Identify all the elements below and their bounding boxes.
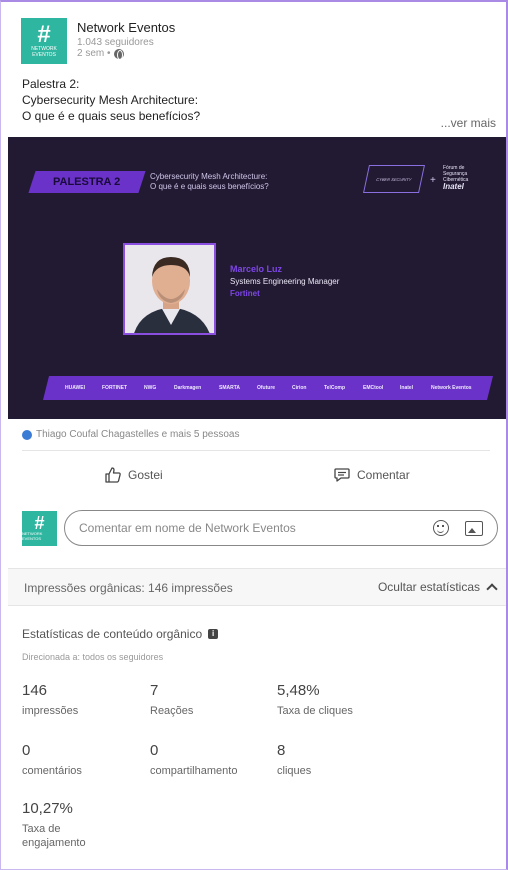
stat-value: 5,48%: [277, 682, 320, 699]
sponsor-logo: HUAWEI: [64, 385, 85, 391]
hide-stats-button[interactable]: Ocultar estatísticas: [377, 580, 498, 595]
page-name[interactable]: Network Eventos: [77, 20, 175, 35]
sponsors-strip: HUAWEI FORTINET NWG Darkmagen SMARTA Ofu…: [43, 376, 493, 400]
banner-plus: +: [430, 175, 436, 186]
forum-brand: Inatel: [443, 182, 464, 191]
post-text-line: Cybersecurity Mesh Architecture:: [22, 93, 199, 107]
stat-shares: 0 compartilhamento: [150, 742, 237, 778]
like-label: Gostei: [128, 468, 163, 482]
divider: [22, 450, 490, 451]
stat-value: 10,27%: [22, 800, 73, 817]
organic-stats-title: Estatísticas de conteúdo orgânico i: [22, 627, 219, 641]
post-image[interactable]: PALESTRA 2 Cybersecurity Mesh Architectu…: [8, 137, 506, 419]
banner-title-line: O que é e quais seus benefícios?: [150, 182, 269, 191]
comment-label: Comentar: [357, 468, 410, 482]
post-header: # NETWORK EVENTOS Network Eventos 1.043 …: [21, 18, 175, 64]
comment-input[interactable]: Comentar em nome de Network Eventos: [64, 510, 498, 546]
forum-logo: Fórum de Segurança Cibernética Inatel: [443, 165, 468, 191]
banner-title-line: Cybersecurity Mesh Architecture:: [150, 172, 268, 181]
banner-title: Cybersecurity Mesh Architecture: O que é…: [150, 172, 269, 192]
sponsor-logo: FORTINET: [102, 385, 128, 391]
post-time: 2 sem •: [77, 48, 175, 60]
logo-text: NETWORK EVENTOS: [22, 531, 43, 541]
stat-value: 0: [150, 742, 159, 759]
reactions-text: Thiago Coufal Chagastelles e mais 5 pess…: [36, 429, 240, 440]
comment-placeholder: Comentar em nome de Network Eventos: [79, 521, 296, 535]
stat-label: cliques: [277, 765, 312, 777]
emoji-icon[interactable]: [433, 520, 449, 536]
target-audience: Direcionada a: todos os seguidores: [22, 652, 164, 662]
stat-value: 146: [22, 682, 48, 699]
organic-impressions: Impressões orgânicas: 146 impressões: [24, 581, 233, 595]
stat-value: 8: [277, 742, 286, 759]
stat-label: compartilhamento: [150, 765, 238, 777]
sponsor-logo: Ofuture: [256, 385, 276, 391]
sponsor-logo: TelComp: [324, 385, 346, 391]
sponsor-logo: SMARTA: [218, 385, 240, 391]
stat-engagement-rate: 10,27% Taxa de engajamento: [22, 800, 112, 850]
sponsor-logo: NWG: [144, 385, 157, 391]
stat-value: 7: [150, 682, 159, 699]
post-age: 2 sem •: [77, 48, 111, 59]
comment-icon: [334, 468, 350, 482]
banner-tag: PALESTRA 2: [28, 171, 146, 193]
info-icon[interactable]: i: [208, 629, 219, 639]
chevron-up-icon: [486, 583, 498, 595]
sponsor-logo: Inatel: [400, 385, 414, 391]
stat-impressions: 146 impressões: [22, 682, 78, 718]
stat-comments: 0 comentários: [22, 742, 82, 778]
comment-button[interactable]: Comentar: [333, 466, 410, 484]
logo-hash: #: [34, 513, 45, 533]
stat-click-rate: 5,48% Taxa de cliques: [277, 682, 353, 718]
reactions-summary[interactable]: Thiago Coufal Chagastelles e mais 5 pess…: [22, 429, 239, 440]
hide-stats-label: Ocultar estatísticas: [377, 580, 480, 594]
sponsor-logo: Darkmagen: [173, 385, 202, 391]
image-icon[interactable]: [465, 521, 483, 536]
stat-value: 0: [22, 742, 31, 759]
stat-label: Taxa de engajamento: [22, 823, 86, 849]
stats-bar: Impressões orgânicas: 146 impressões Ocu…: [8, 568, 506, 606]
stat-label: Taxa de cliques: [277, 705, 353, 717]
stat-label: Reações: [150, 705, 194, 717]
stat-reactions: 7 Reações: [150, 682, 193, 718]
logo-hash: #: [37, 21, 51, 48]
speaker-photo: [123, 243, 216, 335]
sponsor-logo: Cirion: [292, 385, 307, 391]
like-reaction-icon: [22, 429, 32, 440]
cyber-logo: CYBER SECURITY: [363, 165, 425, 193]
like-button[interactable]: Gostei: [104, 466, 163, 484]
see-more-link[interactable]: ...ver mais: [441, 116, 496, 130]
post-text-line: O que é e quais seus benefícios?: [22, 109, 201, 123]
stat-label: comentários: [22, 765, 82, 777]
banner-tag-text: PALESTRA 2: [53, 176, 121, 188]
post-meta: Network Eventos 1.043 seguidores 2 sem •: [77, 18, 175, 64]
post-text-line: Palestra 2:: [22, 77, 80, 91]
speaker-company: Fortinet: [230, 289, 260, 298]
post-text: Palestra 2: Cybersecurity Mesh Architect…: [22, 76, 200, 124]
stat-clicks: 8 cliques: [277, 742, 311, 778]
sponsor-logo: EMCtool: [362, 385, 383, 391]
sponsor-logo: Network Eventos: [430, 385, 472, 391]
company-logo[interactable]: # NETWORK EVENTOS: [21, 18, 67, 64]
globe-icon: [113, 48, 124, 60]
speaker-role: Systems Engineering Manager: [230, 277, 340, 286]
stat-label: impressões: [22, 705, 79, 717]
speaker-name: Marcelo Luz: [230, 264, 283, 274]
logo-text: NETWORK EVENTOS: [31, 46, 57, 58]
followers-count: 1.043 seguidores: [77, 37, 154, 48]
comment-composer: # NETWORK EVENTOS Comentar em nome de Ne…: [22, 510, 498, 546]
thumbs-up-icon: [105, 467, 121, 483]
commenter-avatar[interactable]: # NETWORK EVENTOS: [22, 510, 57, 546]
organic-title-text: Estatísticas de conteúdo orgânico: [22, 627, 203, 641]
